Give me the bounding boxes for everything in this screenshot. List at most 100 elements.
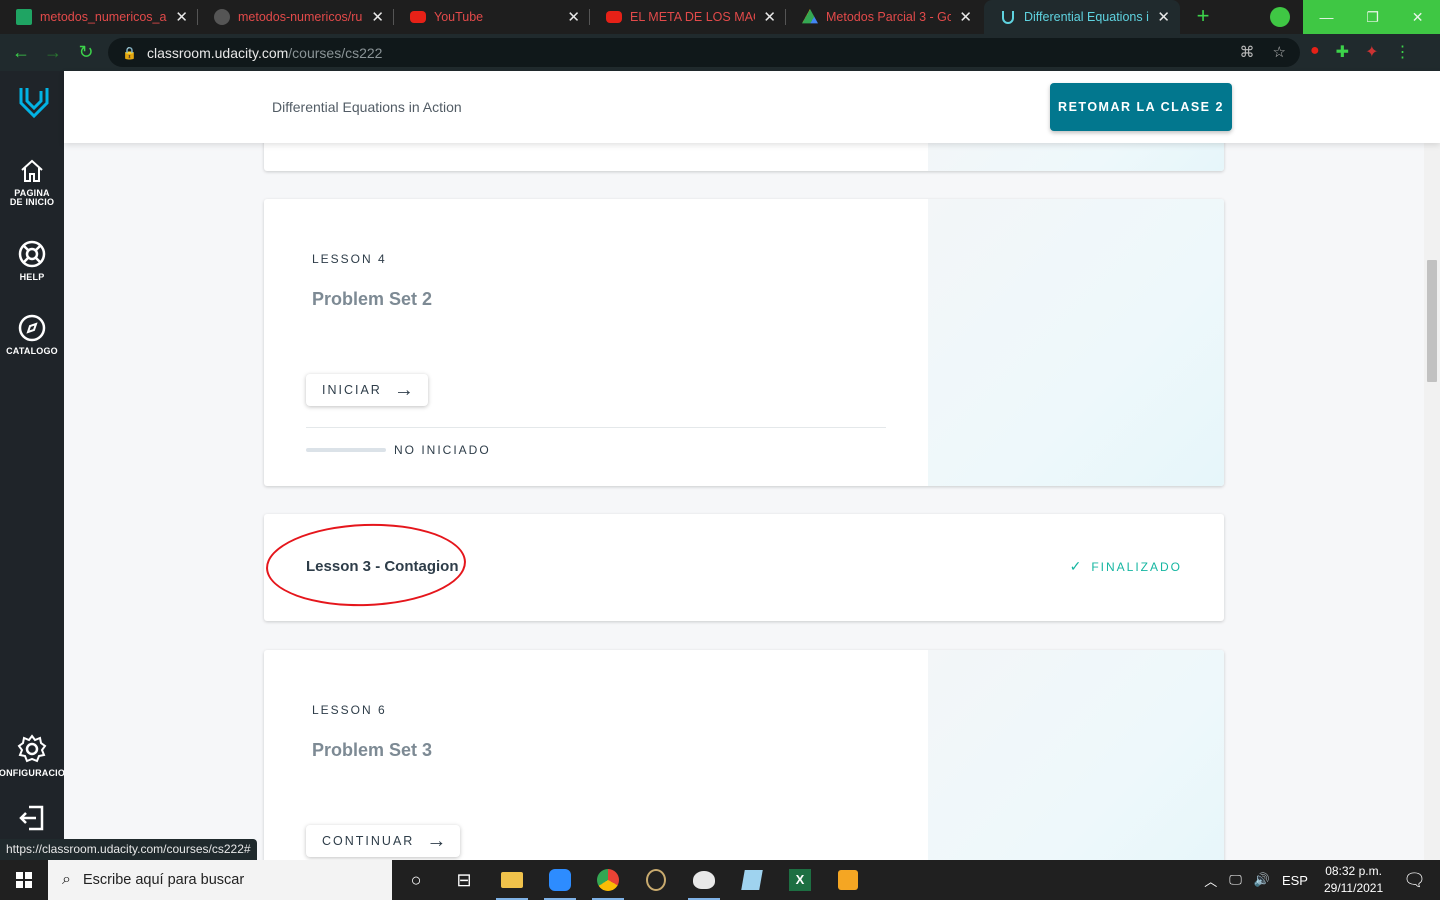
close-icon[interactable]: ✕ [567, 8, 580, 26]
sidebar-item-catalog[interactable]: CATALOGO [0, 313, 68, 356]
udacity-logo-icon[interactable] [18, 85, 50, 119]
extension-adblock-icon[interactable]: ● [1310, 42, 1320, 62]
start-lesson-button[interactable]: INICIAR → [306, 374, 428, 406]
tab-youtube[interactable]: YouTube ✕ [394, 0, 590, 34]
resume-lesson-button[interactable]: RETOMAR LA CLASE 2 [1050, 83, 1232, 131]
translate-icon[interactable]: ⌘ [1240, 43, 1255, 61]
tab-metodos-numericos-sheet[interactable]: metodos_numericos_agosto ✕ [0, 0, 198, 34]
tab-udacity-active[interactable]: Differential Equations in ✕ [984, 0, 1180, 34]
continue-lesson-button[interactable]: CONTINUAR → [306, 825, 461, 857]
volume-icon[interactable]: 🔊 [1254, 872, 1270, 888]
sidebar-item-label: CONFIGURACION [0, 768, 68, 778]
lock-icon: 🔒 [122, 45, 137, 60]
divider [306, 427, 886, 428]
lesson-thumbnail [928, 143, 1224, 171]
media-player-icon[interactable] [824, 860, 872, 900]
window-controls: — ❐ ✕ [1303, 0, 1440, 34]
course-header: Differential Equations in Action RETOMAR… [64, 71, 1440, 143]
browser-tab-strip: metodos_numericos_agosto ✕ metodos-numer… [0, 0, 1440, 34]
youtube-icon [606, 11, 622, 23]
youtube-icon [410, 11, 426, 23]
tab-title: EL META DE LOS MAGOS [630, 10, 755, 24]
file-explorer-icon[interactable] [488, 860, 536, 900]
url-path: /courses/cs222 [288, 44, 383, 61]
close-icon[interactable]: ✕ [763, 8, 776, 26]
address-bar[interactable]: 🔒 classroom.udacity.com/courses/cs222 ⌘ … [108, 38, 1300, 67]
reload-icon[interactable]: ↻ [75, 42, 97, 63]
cortana-icon[interactable]: ○ [392, 860, 440, 900]
network-icon[interactable]: 🖵 [1229, 872, 1242, 888]
lesson-thumbnail [928, 199, 1224, 486]
clock-time: 08:32 p.m. [1325, 864, 1382, 878]
page-scrollbar[interactable] [1424, 143, 1440, 860]
tab-github[interactable]: metodos-numericos/rubi ✕ [198, 0, 394, 34]
url-host: classroom.udacity.com [146, 44, 289, 61]
tab-youtube-video[interactable]: EL META DE LOS MAGOS ✕ [590, 0, 786, 34]
lesson-list: LESSON 4 Problem Set 2 INICIAR → NO INIC… [64, 143, 1424, 860]
sidebar-item-label: DE INICIO [9, 197, 55, 207]
drive-icon [802, 9, 818, 24]
windows-logo-icon [16, 872, 32, 888]
restore-icon[interactable]: ❐ [1366, 9, 1379, 26]
excel-icon[interactable]: X [776, 860, 824, 900]
search-icon: ⌕ [62, 871, 71, 888]
lesson-title[interactable]: Problem Set 3 [312, 740, 432, 761]
link-status-bubble: https://classroom.udacity.com/courses/cs… [0, 839, 257, 860]
lesson-number: LESSON 6 [312, 703, 387, 717]
browser-toolbar: ← → ↻ 🔒 classroom.udacity.com/courses/cs… [0, 34, 1440, 71]
notepad-icon[interactable] [728, 860, 776, 900]
progress-bar [306, 448, 386, 452]
arrow-right-icon: → [426, 829, 449, 852]
extensions-puzzle-icon[interactable]: ✚ [1336, 42, 1349, 62]
back-icon[interactable]: ← [10, 42, 32, 63]
home-icon [21, 159, 43, 182]
bookmark-star-icon[interactable]: ☆ [1273, 43, 1286, 61]
paint-icon[interactable] [680, 860, 728, 900]
windows-start-button[interactable] [0, 860, 48, 900]
lesson-card: LESSON 4 Problem Set 2 INICIAR → NO INIC… [264, 199, 1224, 486]
close-icon[interactable]: ✕ [1157, 8, 1170, 26]
minimize-icon[interactable]: — [1319, 9, 1333, 25]
course-title: Differential Equations in Action [272, 99, 462, 115]
league-of-legends-icon[interactable] [632, 860, 680, 900]
lesson-number: LESSON 4 [312, 252, 387, 266]
close-icon[interactable]: ✕ [175, 8, 188, 26]
udacity-icon [1002, 11, 1014, 24]
profile-icon[interactable] [1270, 7, 1290, 27]
chrome-icon[interactable] [584, 860, 632, 900]
github-icon [214, 9, 230, 25]
extension-avatar-icon[interactable]: ✦ [1365, 42, 1378, 62]
chevron-up-icon[interactable]: ︿ [1204, 871, 1217, 890]
close-window-icon[interactable]: ✕ [1412, 9, 1424, 26]
chrome-menu-icon[interactable]: ⋮ [1394, 42, 1410, 62]
lesson-status: ✓ FINALIZADO [1070, 558, 1182, 575]
lesson-thumbnail [928, 650, 1224, 860]
sidebar-item-logout[interactable] [0, 803, 68, 837]
button-label: INICIAR [322, 383, 382, 397]
sheets-icon [16, 9, 32, 25]
notifications-icon[interactable]: 🗨 [1403, 870, 1426, 891]
lesson-title[interactable]: Problem Set 2 [312, 289, 432, 310]
gear-icon [17, 734, 47, 763]
tab-google-drive[interactable]: Metodos Parcial 3 - Google ✕ [786, 0, 982, 34]
clock[interactable]: 08:32 p.m. 29/11/2021 [1324, 863, 1383, 897]
close-icon[interactable]: ✕ [959, 8, 972, 26]
new-tab-button[interactable]: + [1190, 5, 1216, 29]
sidebar-item-help[interactable]: HELP [0, 239, 68, 282]
clock-date: 29/11/2021 [1323, 881, 1384, 895]
udacity-sidebar: PAGINA DE INICIO HELP CATALOGO CONFIGURA… [0, 71, 68, 860]
close-icon[interactable]: ✕ [371, 8, 384, 26]
lesson-status: NO INICIADO [394, 443, 491, 457]
lesson-title[interactable]: Lesson 3 - Contagion [306, 558, 459, 575]
system-tray: ︿ 🖵 🔊 ESP 08:32 p.m. 29/11/2021 🗨 [1198, 860, 1440, 900]
zoom-icon[interactable] [536, 860, 584, 900]
forward-icon[interactable]: → [42, 42, 64, 63]
sidebar-item-home[interactable]: PAGINA DE INICIO [0, 157, 68, 207]
taskbar-search-input[interactable]: ⌕ Escribe aquí para buscar [48, 860, 392, 900]
task-view-icon[interactable]: ⊟ [440, 860, 488, 900]
sidebar-item-settings[interactable]: CONFIGURACION [0, 733, 68, 778]
language-indicator[interactable]: ESP [1282, 873, 1308, 888]
scrollbar-thumb[interactable] [1427, 260, 1437, 382]
lesson-card-completed[interactable]: Lesson 3 - Contagion ✓ FINALIZADO [264, 514, 1224, 621]
tab-title: metodos_numericos_agosto [40, 10, 167, 24]
